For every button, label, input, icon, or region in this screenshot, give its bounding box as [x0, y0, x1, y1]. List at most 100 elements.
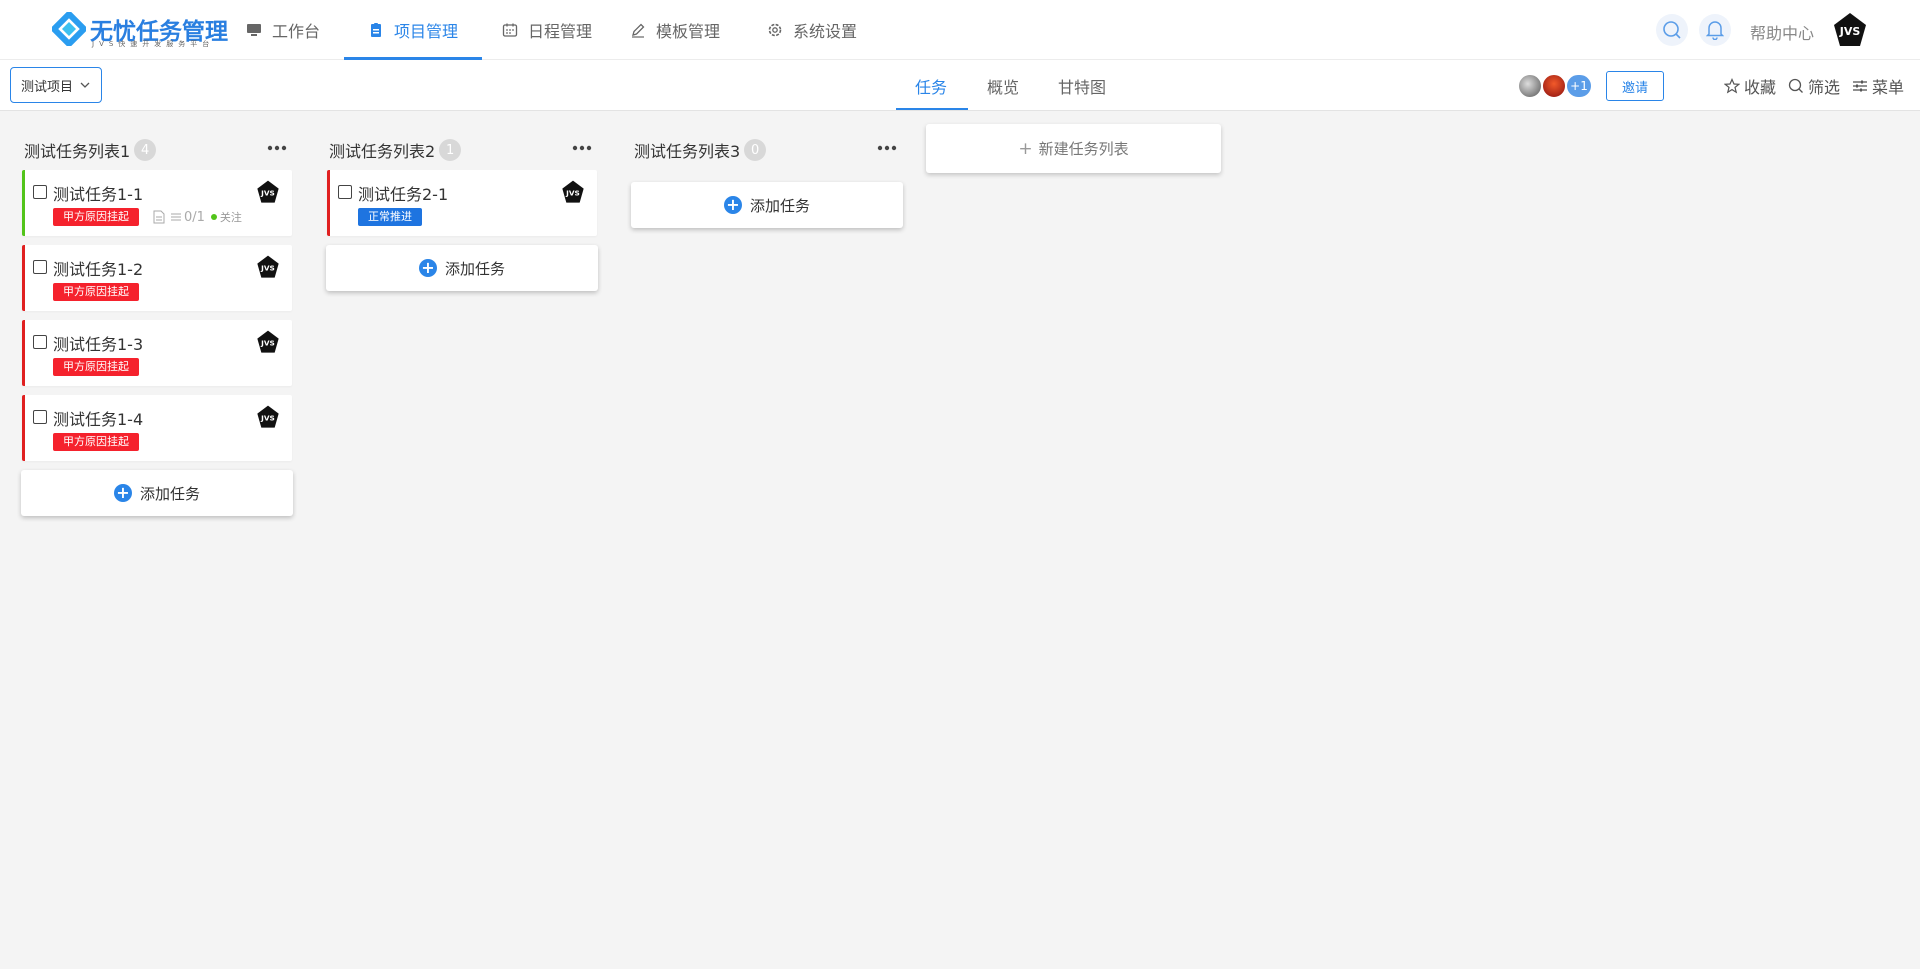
column-more-button[interactable]: [266, 138, 288, 162]
calendar-icon: [502, 23, 518, 37]
search-icon: [1663, 21, 1681, 39]
more-horizontal-icon: [267, 145, 287, 151]
task-card[interactable]: 测试任务1-3 甲方原因挂起 JVS: [22, 320, 292, 386]
svg-text:JVS: JVS: [260, 338, 275, 347]
tab-label: 任务: [915, 77, 948, 97]
checklist-progress: 0/1: [184, 209, 205, 225]
task-title: 测试任务1-3: [53, 335, 144, 354]
column-task-count: 1: [439, 139, 462, 161]
star-icon: [1724, 77, 1740, 93]
task-card[interactable]: 测试任务2-1 正常推进 JVS: [327, 170, 597, 236]
nav-schedule[interactable]: 日程管理: [502, 0, 592, 60]
nav-label: 系统设置: [793, 22, 858, 41]
task-checkbox[interactable]: [33, 260, 47, 274]
nav-templates[interactable]: 模板管理: [630, 0, 720, 60]
task-card[interactable]: 测试任务1-2 甲方原因挂起 JVS: [22, 245, 292, 311]
task-checkbox[interactable]: [338, 185, 352, 199]
task-list-column: 测试任务列表1 4 测试任务1-1 甲方原因挂起 0/1 关注 JVS 测试任务…: [21, 126, 296, 516]
column-more-button[interactable]: [876, 138, 898, 162]
filter-label: 筛选: [1808, 77, 1841, 97]
task-status-tag: 甲方原因挂起: [53, 358, 139, 376]
task-title: 测试任务1-2: [53, 260, 144, 279]
add-task-button[interactable]: + 添加任务: [21, 470, 293, 516]
nav-workbench[interactable]: 工作台: [246, 0, 320, 60]
task-checkbox[interactable]: [33, 410, 47, 424]
task-card[interactable]: 测试任务1-1 甲方原因挂起 0/1 关注 JVS: [22, 170, 292, 236]
column-title-wrap: 测试任务列表1 4: [24, 138, 157, 162]
tab-label: 概览: [987, 77, 1020, 97]
task-title: 测试任务2-1: [358, 185, 449, 204]
add-task-label: 添加任务: [444, 259, 505, 278]
project-toolbar: 测试项目 任务 概览 甘特图 +1 邀请 收藏 筛选 菜单: [0, 60, 1920, 111]
task-meta: 0/1 关注: [153, 208, 242, 226]
column-task-count: 4: [134, 139, 157, 161]
task-card[interactable]: 测试任务1-4 甲方原因挂起 JVS: [22, 395, 292, 461]
menu-button[interactable]: 菜单: [1852, 60, 1904, 111]
nav-label: 模板管理: [656, 22, 721, 41]
nav-project-management[interactable]: 项目管理: [368, 0, 458, 60]
filter-button[interactable]: 筛选: [1788, 60, 1840, 111]
add-task-label: 添加任务: [139, 484, 200, 503]
svg-text:JVS: JVS: [1839, 25, 1861, 38]
svg-text:JVS: JVS: [260, 263, 275, 272]
document-icon: [153, 210, 165, 224]
task-list-column: 测试任务列表3 0 + 添加任务: [631, 126, 906, 228]
task-status-tag: 甲方原因挂起: [53, 283, 139, 301]
jvs-logo-icon: JVS: [257, 330, 279, 353]
add-task-button[interactable]: + 添加任务: [631, 182, 903, 228]
bell-icon: [1706, 21, 1724, 40]
nav-label: 日程管理: [528, 22, 593, 41]
task-assignee-avatar[interactable]: JVS: [256, 405, 280, 433]
svg-text:JVS: JVS: [260, 188, 275, 197]
column-title: 测试任务列表3: [634, 142, 741, 161]
chevron-down-icon: [80, 82, 90, 88]
task-checkbox[interactable]: [33, 185, 47, 199]
task-assignee-avatar[interactable]: JVS: [256, 255, 280, 283]
task-checkbox[interactable]: [33, 335, 47, 349]
column-title: 测试任务列表2: [329, 142, 436, 161]
task-title: 测试任务1-4: [53, 410, 144, 429]
app-logo[interactable]: 无忧任务管理 JVS快速开发服务平台: [52, 10, 228, 50]
logo-subtitle: JVS快速开发服务平台: [92, 40, 215, 48]
task-status-tag: 正常推进: [358, 208, 422, 226]
help-center-link[interactable]: 帮助中心: [1750, 20, 1814, 44]
plus-circle-icon: +: [723, 196, 742, 214]
nav-label: 项目管理: [394, 22, 459, 41]
plus-circle-icon: +: [418, 259, 437, 277]
sliders-icon: [1853, 80, 1867, 91]
task-assignee-avatar[interactable]: JVS: [256, 180, 280, 208]
tab-label: 甘特图: [1058, 77, 1107, 97]
task-assignee-avatar[interactable]: JVS: [561, 180, 585, 208]
invite-button[interactable]: 邀请: [1606, 71, 1664, 101]
global-search-button[interactable]: [1656, 14, 1688, 46]
task-title: 测试任务1-1: [53, 185, 144, 204]
column-title-wrap: 测试任务列表3 0: [634, 138, 767, 162]
plus-circle-icon: +: [113, 484, 132, 502]
logo-icon: [52, 12, 86, 46]
tab-overview[interactable]: 概览: [987, 60, 1019, 111]
notifications-button[interactable]: [1699, 14, 1731, 46]
tab-gantt[interactable]: 甘特图: [1058, 60, 1106, 111]
jvs-logo-icon: JVS: [1834, 13, 1866, 46]
column-header: 测试任务列表1 4: [22, 126, 296, 170]
project-selector[interactable]: 测试项目: [10, 67, 102, 103]
user-avatar[interactable]: JVS: [1832, 12, 1868, 48]
tab-active-indicator: [896, 108, 968, 110]
add-task-button[interactable]: + 添加任务: [326, 245, 598, 291]
svg-text:JVS: JVS: [260, 413, 275, 422]
plus-icon: +: [1018, 138, 1033, 159]
new-task-list-button[interactable]: + 新建任务列表: [926, 124, 1221, 173]
pen-icon: [632, 23, 645, 38]
task-assignee-avatar[interactable]: JVS: [256, 330, 280, 358]
member-extra-count: +1: [1565, 73, 1593, 99]
column-header: 测试任务列表2 1: [327, 126, 601, 170]
favorite-label: 收藏: [1744, 77, 1777, 97]
nav-settings[interactable]: 系统设置: [767, 0, 857, 60]
tab-tasks[interactable]: 任务: [915, 60, 947, 111]
monitor-icon: [247, 24, 261, 36]
more-horizontal-icon: [877, 145, 897, 151]
follow-label: 关注: [219, 211, 242, 224]
column-more-button[interactable]: [571, 138, 593, 162]
favorite-button[interactable]: 收藏: [1724, 60, 1776, 111]
column-task-count: 0: [744, 139, 767, 161]
